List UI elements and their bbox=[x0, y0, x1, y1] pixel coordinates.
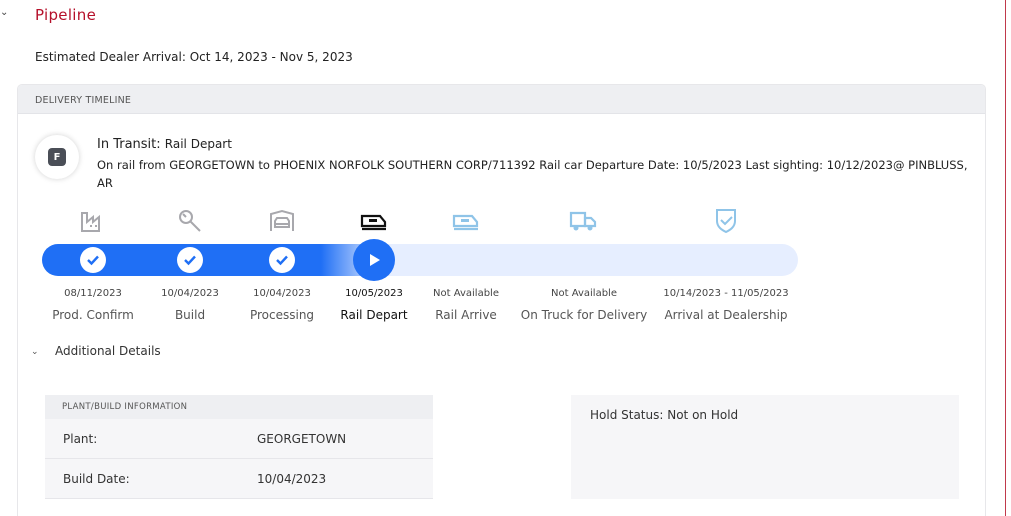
section-title: DELIVERY TIMELINE bbox=[18, 85, 985, 114]
stage-date: Not Available bbox=[433, 288, 499, 299]
chevron-down-icon[interactable]: ⌄ bbox=[0, 8, 8, 18]
status-line: In Transit: Rail Depart bbox=[97, 137, 232, 152]
plant-section-title: PLANT/BUILD INFORMATION bbox=[45, 395, 433, 419]
stage-label: Prod. Confirm bbox=[52, 308, 134, 322]
progress-track bbox=[42, 244, 798, 276]
additional-details-toggle[interactable]: Additional Details bbox=[55, 344, 161, 358]
car-processing-icon bbox=[267, 207, 297, 235]
stage-label: Rail Arrive bbox=[435, 308, 497, 322]
stage-date: 10/04/2023 bbox=[253, 288, 311, 299]
factory-icon bbox=[78, 207, 108, 235]
estimated-arrival: Estimated Dealer Arrival: Oct 14, 2023 -… bbox=[35, 50, 353, 64]
row-key: Plant: bbox=[63, 432, 98, 446]
table-row: Build Date: 10/04/2023 bbox=[45, 459, 433, 499]
stage-complete-node[interactable] bbox=[177, 247, 203, 273]
status-badge: F bbox=[35, 135, 79, 179]
status-description: On rail from GEORGETOWN to PHOENIX NORFO… bbox=[97, 158, 968, 190]
stage-date: 10/04/2023 bbox=[161, 288, 219, 299]
shield-check-icon bbox=[711, 207, 741, 235]
stage-label: Rail Depart bbox=[340, 308, 408, 322]
wrench-icon bbox=[175, 207, 205, 235]
hold-status: Hold Status: Not on Hold bbox=[590, 408, 739, 422]
row-value: GEORGETOWN bbox=[257, 432, 347, 446]
stage-date: Not Available bbox=[551, 288, 617, 299]
hold-status-panel: Hold Status: Not on Hold bbox=[571, 395, 959, 499]
truck-icon bbox=[568, 207, 598, 235]
stage-date: 10/14/2023 - 11/05/2023 bbox=[663, 288, 789, 299]
plant-build-panel: PLANT/BUILD INFORMATION Plant: GEORGETOW… bbox=[45, 395, 433, 499]
stage-date: 08/11/2023 bbox=[64, 288, 122, 299]
play-icon bbox=[370, 254, 380, 266]
status-sub: Rail Depart bbox=[164, 137, 232, 151]
stage-label: On Truck for Delivery bbox=[520, 308, 648, 322]
train-icon bbox=[359, 207, 389, 235]
stage-label: Build bbox=[174, 308, 206, 322]
table-row: Plant: GEORGETOWN bbox=[45, 419, 433, 459]
page: ⌄ Pipeline Estimated Dealer Arrival: Oct… bbox=[0, 0, 1011, 516]
badge-letter: F bbox=[48, 148, 66, 166]
page-title: Pipeline bbox=[35, 6, 97, 24]
delivery-timeline-card: DELIVERY TIMELINE F In Transit: Rail Dep… bbox=[17, 84, 986, 516]
row-key: Build Date: bbox=[63, 472, 130, 486]
row-value: 10/04/2023 bbox=[257, 472, 327, 486]
stage-complete-node[interactable] bbox=[80, 247, 106, 273]
chevron-down-icon[interactable]: ⌄ bbox=[31, 347, 39, 357]
train-icon bbox=[451, 207, 481, 235]
stage-label: Processing bbox=[249, 308, 315, 322]
stage-current-node[interactable] bbox=[353, 239, 395, 281]
stage-complete-node[interactable] bbox=[269, 247, 295, 273]
page-edge-rule bbox=[1005, 0, 1006, 516]
status-label: In Transit: bbox=[97, 137, 161, 152]
stage-date: 10/05/2023 bbox=[345, 288, 403, 299]
stage-label: Arrival at Dealership bbox=[664, 308, 788, 322]
